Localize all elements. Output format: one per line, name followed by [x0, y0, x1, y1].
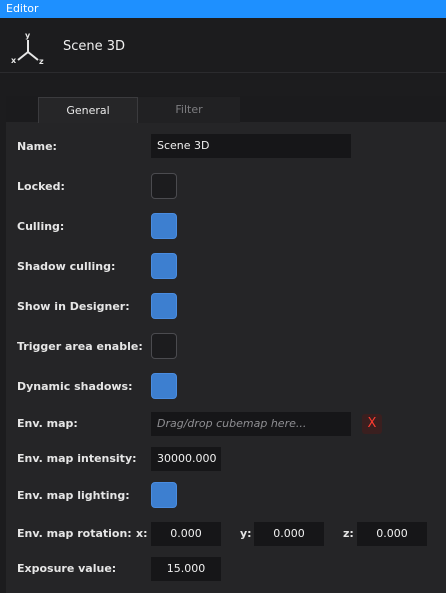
- xyz-axes-icon: y x z: [11, 31, 44, 66]
- env-map-placeholder: Drag/drop cubemap here...: [157, 417, 307, 430]
- env-map-dropzone[interactable]: Drag/drop cubemap here...: [151, 412, 351, 436]
- culling-label: Culling:: [17, 220, 65, 233]
- env-map-clear-button[interactable]: X: [362, 414, 382, 434]
- dynamic-shadows-label: Dynamic shadows:: [17, 380, 133, 393]
- inspector-header: y x z Scene 3D: [0, 18, 446, 90]
- axis-y-letter: y: [25, 31, 31, 40]
- locked-label: Locked:: [17, 180, 65, 193]
- trigger-area-label: Trigger area enable:: [17, 340, 143, 353]
- name-input[interactable]: Scene 3D: [151, 134, 351, 158]
- env-map-intensity-label: Env. map intensity:: [17, 452, 137, 465]
- env-map-lighting-checkbox[interactable]: [151, 482, 177, 508]
- name-label: Name:: [17, 140, 57, 153]
- env-map-lighting-label: Env. map lighting:: [17, 489, 130, 502]
- exposure-input[interactable]: 15.000: [151, 557, 221, 581]
- tab-strip: General Filter: [6, 96, 446, 123]
- properties-panel: General Filter Name: Scene 3D Locked: Cu…: [6, 96, 446, 593]
- rotation-y-label: y:: [240, 527, 252, 540]
- header-divider: [0, 72, 446, 73]
- culling-checkbox[interactable]: [151, 213, 177, 239]
- object-title: Scene 3D: [63, 39, 126, 54]
- env-map-rotation-label: Env. map rotation:: [17, 527, 132, 540]
- window-title: Editor: [6, 2, 39, 15]
- trigger-area-checkbox[interactable]: [151, 333, 177, 359]
- tab-filter[interactable]: Filter: [138, 97, 240, 123]
- show-in-designer-label: Show in Designer:: [17, 300, 130, 313]
- locked-checkbox[interactable]: [151, 173, 177, 199]
- rotation-z-label: z:: [343, 527, 354, 540]
- rotation-x-label: x:: [136, 527, 148, 540]
- env-map-label: Env. map:: [17, 417, 78, 430]
- dynamic-shadows-checkbox[interactable]: [151, 373, 177, 399]
- tab-general[interactable]: General: [38, 97, 138, 123]
- rotation-z-input[interactable]: 0.000: [357, 522, 427, 546]
- shadow-culling-checkbox[interactable]: [151, 253, 177, 279]
- shadow-culling-label: Shadow culling:: [17, 260, 116, 273]
- show-in-designer-checkbox[interactable]: [151, 293, 177, 319]
- axis-z-letter: z: [39, 57, 44, 66]
- axis-x-letter: x: [11, 56, 17, 65]
- exposure-label: Exposure value:: [17, 562, 117, 575]
- window-titlebar: Editor: [0, 0, 446, 18]
- rotation-y-input[interactable]: 0.000: [254, 522, 324, 546]
- env-map-intensity-input[interactable]: 30000.000: [151, 447, 221, 471]
- rotation-x-input[interactable]: 0.000: [151, 522, 221, 546]
